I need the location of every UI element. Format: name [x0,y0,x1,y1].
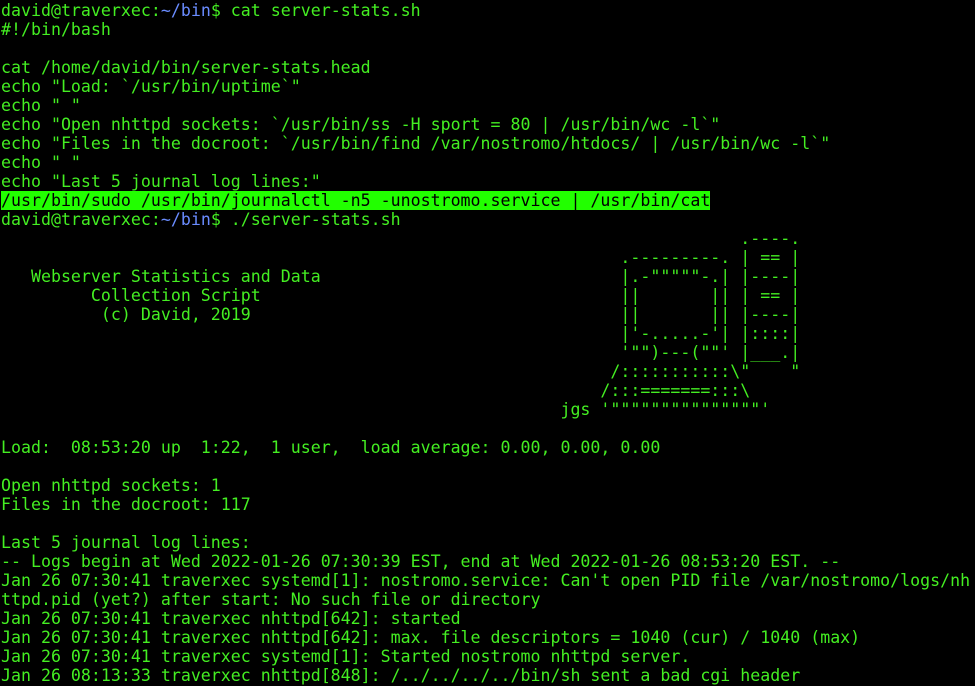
banner-line: '"")---(""' |___.| [1,343,801,362]
banner-line: Webserver Statistics and Data |.-"""""-.… [1,267,801,286]
banner-line: |'-.....-'| |::::| [1,324,801,343]
output-line: Jan 26 07:30:41 traverxec systemd[1]: St… [1,647,691,666]
prompt-separator: : [150,210,161,229]
script-line: #!/bin/bash [1,20,111,39]
prompt-symbol: $ [210,1,221,20]
prompt-command: cat server-stats.sh [220,1,421,20]
output-line: Jan 26 07:30:41 traverxec nhttpd[642]: m… [1,628,861,647]
prompt-symbol: $ [210,210,221,229]
output-line: Files in the docroot: 117 [1,495,251,514]
banner-line: (c) David, 2019 || || |----| [1,305,801,324]
prompt-command: ./server-stats.sh [220,210,401,229]
output-line: ttpd.pid (yet?) after start: No such fil… [1,590,541,609]
script-line: cat /home/david/bin/server-stats.head [1,58,371,77]
script-line: echo " " [1,96,81,115]
output-line: Jan 26 07:30:41 traverxec systemd[1]: no… [1,571,971,590]
script-line: echo "Open nhttpd sockets: `/usr/bin/ss … [1,115,721,134]
output-line: Jan 26 07:30:41 traverxec nhttpd[642]: s… [1,609,461,628]
text-selection[interactable]: /usr/bin/sudo /usr/bin/journalctl -n5 -u… [1,191,711,210]
prompt-line: david@traverxec:~/bin$ ./server-stats.sh [1,210,975,229]
script-line: echo "Last 5 journal log lines:" [1,172,321,191]
output-line: Last 5 journal log lines: [1,533,251,552]
terminal-window[interactable]: david@traverxec:~/bin$ cat server-stats.… [0,0,975,686]
banner-line: /:::::::::::\" " [1,362,801,381]
prompt-line: david@traverxec:~/bin$ cat server-stats.… [1,1,975,20]
prompt-separator: : [150,1,161,20]
prompt-user-host: david@traverxec [1,210,151,229]
banner-line: Collection Script || || | == | [1,286,801,305]
prompt-path: ~/bin [160,1,211,20]
output-line: Load: 08:53:20 up 1:22, 1 user, load ave… [1,438,661,457]
banner-line: .---------. | == | [1,248,801,267]
banner-line: jgs '"""""""""""""""' [1,400,771,419]
banner-line: /:::=======:::\ [1,381,751,400]
script-line: echo "Files in the docroot: `/usr/bin/fi… [1,134,831,153]
prompt-path: ~/bin [160,210,211,229]
banner-line: .----. [1,229,801,248]
prompt-user-host: david@traverxec [1,1,151,20]
output-line: -- Logs begin at Wed 2022-01-26 07:30:39… [1,552,841,571]
highlighted-selection-line: /usr/bin/sudo /usr/bin/journalctl -n5 -u… [1,191,975,210]
script-line: echo " " [1,153,81,172]
script-line [1,39,975,58]
output-line: Jan 26 08:13:33 traverxec nhttpd[848]: /… [1,666,801,685]
output-line: Open nhttpd sockets: 1 [1,476,221,495]
script-line: echo "Load: `/usr/bin/uptime`" [1,77,301,96]
